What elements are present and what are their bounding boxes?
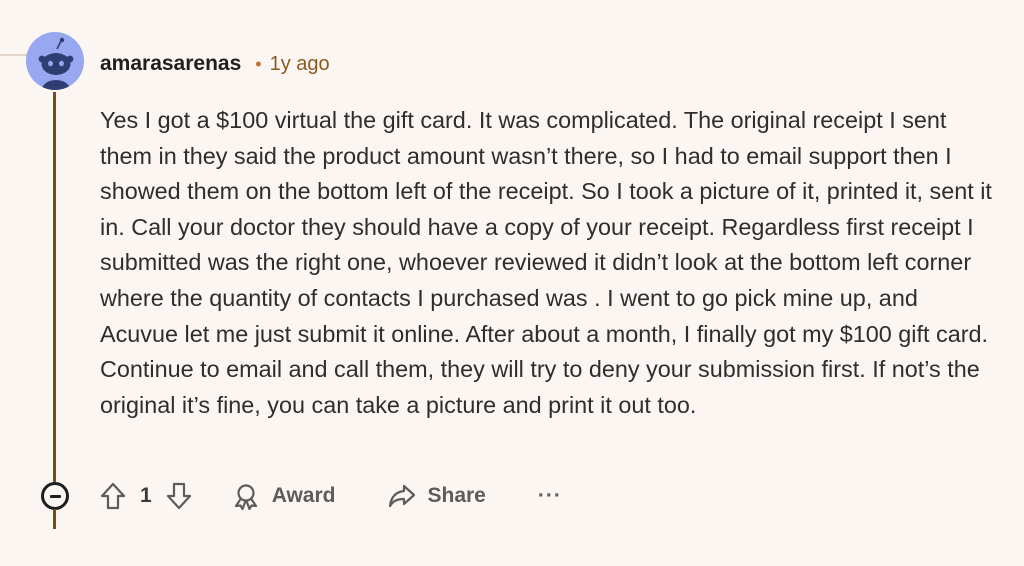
thread-line[interactable]: [53, 92, 56, 482]
award-button[interactable]: Award: [232, 482, 336, 510]
upvote-arrow-icon: [100, 482, 126, 510]
comment-meta: amarasarenas • 1y ago: [100, 50, 330, 78]
downvote-arrow-icon: [166, 482, 191, 510]
meta-separator: •: [255, 53, 262, 74]
collapse-thread-button[interactable]: [41, 482, 69, 510]
comment-body: Yes I got a $100 virtual the gift card. …: [100, 107, 992, 418]
snoo-avatar-icon: [38, 37, 74, 90]
comment-timestamp[interactable]: 1y ago: [270, 53, 330, 76]
vote-score: 1: [140, 484, 152, 507]
upvote-button[interactable]: [100, 481, 126, 511]
thread-line-bottom: [53, 509, 56, 529]
collapse-minus-icon: [49, 494, 61, 498]
share-arrow-icon: [388, 483, 416, 509]
share-button[interactable]: Share: [388, 483, 486, 509]
award-label: Award: [271, 484, 336, 507]
avatar[interactable]: [26, 32, 84, 90]
share-label: Share: [427, 484, 486, 507]
downvote-button[interactable]: [166, 481, 192, 511]
more-options-button[interactable]: ···: [538, 484, 562, 508]
comment-action-bar: 1 Award Share ···: [100, 478, 562, 514]
award-ribbon-icon: [232, 482, 260, 510]
author-username[interactable]: amarasarenas: [100, 52, 241, 76]
